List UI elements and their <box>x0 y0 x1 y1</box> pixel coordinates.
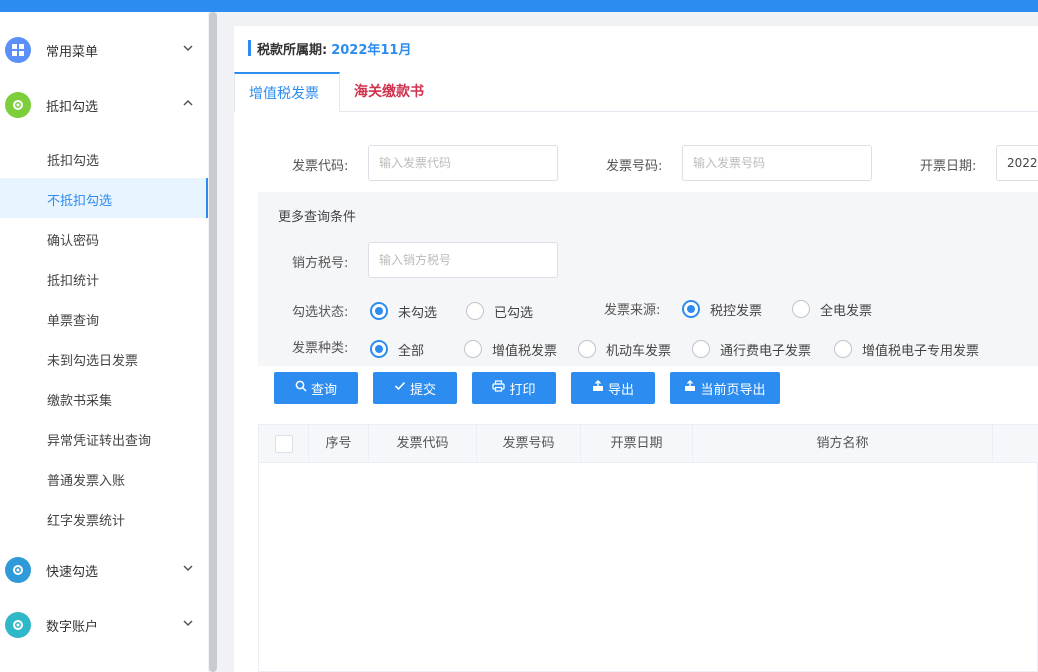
issue-date-label: 开票日期: <box>920 159 977 174</box>
col-issue-date: 开票日期 <box>581 425 693 463</box>
sidebar-group-label: 快速勾选 <box>46 565 99 580</box>
period-accent-bar <box>248 40 251 56</box>
search-icon <box>295 380 307 396</box>
issue-date-input[interactable]: 2022 <box>996 145 1038 181</box>
radio-type-motor-vehicle[interactable]: 机动车发票 <box>578 339 671 359</box>
radio-circle <box>578 340 596 358</box>
sidebar-item-payment-collection[interactable]: 缴款书采集 <box>0 378 208 418</box>
export-current-page-button[interactable]: 当前页导出 <box>670 372 780 404</box>
col-seller-name: 销方名称 <box>693 425 993 463</box>
sidebar-item-general-invoice-entry[interactable]: 普通发票入账 <box>0 458 208 498</box>
radio-type-vat-electronic-special[interactable]: 增值税电子专用发票 <box>834 339 979 359</box>
select-all-cell <box>259 425 309 463</box>
invoice-code-label: 发票代码: <box>292 159 349 174</box>
sidebar: 常用菜单 抵扣勾选 抵扣勾选 不抵扣勾选 确认密码 抵扣统计 单票查询 未到勾选… <box>0 12 208 672</box>
sidebar-group-quick-select[interactable]: 快速勾选 <box>0 550 208 590</box>
sidebar-group-label: 抵扣勾选 <box>46 100 99 115</box>
radio-status-unchecked[interactable]: 未勾选 <box>370 301 437 321</box>
tab-vat-invoice[interactable]: 增值税发票 <box>234 72 340 112</box>
more-conditions-panel: 更多查询条件 销方税号: 勾选状态: 未勾选 已勾选 发票来源: 税控发票 全电… <box>258 192 1038 366</box>
check-icon <box>394 380 406 396</box>
printer-icon <box>492 380 506 396</box>
check-status-label: 勾选状态: <box>292 305 349 320</box>
radio-status-checked[interactable]: 已勾选 <box>466 301 533 321</box>
sidebar-item-deduction-stats[interactable]: 抵扣统计 <box>0 258 208 298</box>
sidebar-item-deduction-select[interactable]: 抵扣勾选 <box>0 138 208 178</box>
export-button[interactable]: 导出 <box>571 372 655 404</box>
invoice-source-label: 发票来源: <box>604 303 661 318</box>
table-header: 序号 发票代码 发票号码 开票日期 销方名称 <box>259 425 1038 463</box>
main-area: 税款所属期: 2022年11月 增值税发票 海关缴款书 发票代码: 发票号码: … <box>218 12 1038 672</box>
chevron-down-icon[interactable] <box>182 562 194 574</box>
radio-circle <box>692 340 710 358</box>
tab-customs-payment[interactable]: 海关缴款书 <box>340 72 438 112</box>
seller-tax-id-label: 销方税号: <box>292 256 349 271</box>
radio-circle <box>834 340 852 358</box>
top-bar <box>0 0 1038 12</box>
sidebar-group-label: 数字账户 <box>46 620 99 635</box>
invoice-number-input[interactable] <box>682 145 872 181</box>
period-value: 2022年11月 <box>331 42 412 58</box>
invoice-type-label: 发票种类: <box>292 341 349 356</box>
col-invoice-code: 发票代码 <box>369 425 477 463</box>
select-all-checkbox[interactable] <box>275 435 293 453</box>
invoice-number-label: 发票号码: <box>606 159 663 174</box>
menu-icon <box>5 37 31 63</box>
sidebar-item-red-invoice-stats[interactable]: 红字发票统计 <box>0 498 208 538</box>
gear-icon <box>5 557 31 583</box>
sidebar-group-common[interactable]: 常用菜单 <box>0 30 208 70</box>
seller-tax-id-input[interactable] <box>368 242 558 278</box>
radio-type-vat[interactable]: 增值税发票 <box>464 339 557 359</box>
sidebar-group-label: 常用菜单 <box>46 45 99 60</box>
invoice-table: 序号 发票代码 发票号码 开票日期 销方名称 <box>258 424 1038 672</box>
radio-source-tax-control[interactable]: 税控发票 <box>682 299 762 319</box>
tax-period: 税款所属期: 2022年11月 <box>248 40 412 58</box>
sidebar-item-confirm-password[interactable]: 确认密码 <box>0 218 208 258</box>
content-card: 税款所属期: 2022年11月 增值税发票 海关缴款书 发票代码: 发票号码: … <box>234 26 1038 672</box>
query-button[interactable]: 查询 <box>274 372 358 404</box>
sidebar-group-digital-account[interactable]: 数字账户 <box>0 605 208 645</box>
submit-button[interactable]: 提交 <box>373 372 457 404</box>
invoice-code-input[interactable] <box>368 145 558 181</box>
sidebar-item-pending-invoices[interactable]: 未到勾选日发票 <box>0 338 208 378</box>
radio-circle <box>370 302 388 320</box>
radio-circle <box>792 300 810 318</box>
invoice-tabs: 增值税发票 海关缴款书 <box>234 72 1038 112</box>
sidebar-item-non-deduction-select[interactable]: 不抵扣勾选 <box>0 178 208 218</box>
chevron-down-icon[interactable] <box>182 42 194 54</box>
export-icon <box>684 380 696 396</box>
radio-type-all[interactable]: 全部 <box>370 339 424 359</box>
more-conditions-title: 更多查询条件 <box>278 210 357 225</box>
export-icon <box>592 380 604 396</box>
scrollbar-thumb[interactable] <box>209 12 217 672</box>
radio-source-full-electronic[interactable]: 全电发票 <box>792 299 872 319</box>
radio-circle <box>682 300 700 318</box>
gear-icon <box>5 92 31 118</box>
radio-circle <box>370 340 388 358</box>
sidebar-scrollbar[interactable] <box>208 12 218 672</box>
print-button[interactable]: 打印 <box>472 372 556 404</box>
sidebar-group-deduction[interactable]: 抵扣勾选 <box>0 85 208 125</box>
period-label: 税款所属期: <box>257 42 328 58</box>
chevron-down-icon[interactable] <box>182 617 194 629</box>
col-invoice-number: 发票号码 <box>477 425 581 463</box>
radio-circle <box>464 340 482 358</box>
radio-circle <box>466 302 484 320</box>
radio-type-toll-electronic[interactable]: 通行费电子发票 <box>692 339 811 359</box>
col-index: 序号 <box>309 425 369 463</box>
chevron-up-icon[interactable] <box>182 97 194 109</box>
sidebar-item-single-invoice-query[interactable]: 单票查询 <box>0 298 208 338</box>
sidebar-item-abnormal-voucher-query[interactable]: 异常凭证转出查询 <box>0 418 208 458</box>
gear-icon <box>5 612 31 638</box>
